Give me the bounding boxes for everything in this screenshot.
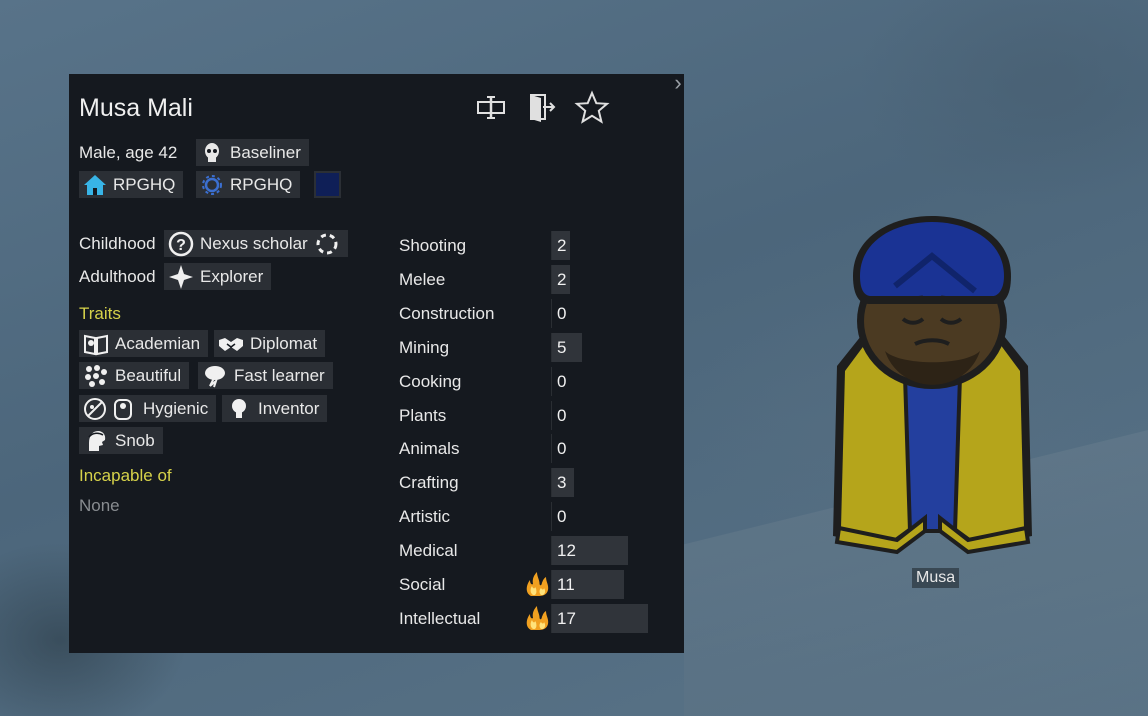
close-icon[interactable]: ›: [671, 72, 685, 94]
skill-level: 0: [557, 304, 567, 323]
trait-label: Beautiful: [115, 366, 182, 385]
trait-label: Fast learner: [234, 366, 325, 385]
skill-level: 0: [557, 439, 567, 458]
xenotype-chip[interactable]: Baseliner: [196, 139, 309, 166]
ideo-color-swatch[interactable]: [314, 171, 341, 198]
hygiene-icon: [84, 397, 132, 420]
traits-heading: Traits: [79, 304, 121, 323]
skill-name: Plants: [399, 406, 447, 425]
skill-name: Cooking: [399, 372, 462, 391]
skill-name: Shooting: [399, 236, 467, 255]
trait-beautiful[interactable]: Beautiful: [79, 362, 190, 389]
book-reader-icon: [84, 334, 108, 355]
skill-bar-track: [551, 502, 552, 531]
trait-label: Inventor: [258, 399, 320, 418]
trait-snob[interactable]: Snob: [79, 427, 163, 454]
skill-name: Intellectual: [399, 609, 481, 628]
passion-flame-icon: [526, 572, 549, 596]
xenotype-label: Baseliner: [230, 143, 301, 162]
skill-bar-track: [551, 401, 552, 430]
pawn-summary: Male, age 42: [79, 143, 178, 162]
skill-name: Crafting: [399, 473, 459, 492]
trait-hygienic[interactable]: Hygienic: [79, 395, 217, 422]
skill-bar-track: [551, 367, 552, 396]
skill-name: Medical: [399, 541, 458, 560]
skill-name: Construction: [399, 304, 495, 323]
childhood-backstory-chip[interactable]: ? Nexus scholar: [164, 230, 348, 257]
ideoligion-gear-icon: [202, 174, 222, 195]
skill-level: 17: [557, 609, 576, 628]
favorite-star-icon[interactable]: [574, 90, 610, 126]
passion-flame-icon: [526, 606, 549, 630]
four-point-star-icon: [169, 264, 193, 289]
skill-name: Artistic: [399, 507, 450, 526]
skill-level: 2: [557, 236, 567, 255]
skill-bar-track: [551, 299, 552, 328]
childhood-value: Nexus scholar: [200, 234, 308, 253]
adulthood-value: Explorer: [200, 267, 264, 286]
trait-fast-learner[interactable]: Fast learner: [198, 362, 333, 389]
skill-name: Melee: [399, 270, 446, 289]
handshake-icon: [219, 337, 243, 351]
banish-icon[interactable]: [523, 90, 559, 126]
skill-level: 0: [557, 507, 567, 526]
trait-label: Hygienic: [143, 399, 209, 418]
trait-label: Snob: [115, 431, 155, 450]
incapable-value: None: [79, 496, 120, 515]
trait-academian[interactable]: Academian: [79, 330, 209, 357]
pawn-map-label: Musa: [912, 568, 960, 588]
trait-diplomat[interactable]: Diplomat: [214, 330, 326, 357]
question-mark-icon: ?: [168, 231, 194, 256]
trait-label: Diplomat: [250, 334, 318, 353]
skull-icon: [205, 142, 219, 162]
trait-label: Academian: [115, 334, 201, 353]
skill-name: Mining: [399, 338, 450, 357]
ideoligion-chip[interactable]: RPGHQ: [196, 171, 301, 198]
pawn-portrait[interactable]: [825, 186, 1040, 566]
dotted-ring-icon: [316, 233, 338, 254]
laurel-head-icon: [88, 430, 106, 451]
skill-level: 12: [557, 541, 576, 560]
skill-level: 0: [557, 406, 567, 425]
ideoligion-label: RPGHQ: [230, 175, 293, 194]
adulthood-label: Adulthood: [79, 267, 156, 286]
skill-level: 0: [557, 372, 567, 391]
character-card-panel: › Musa Mali Male, age 42 Baseliner RPGHQ: [69, 72, 685, 653]
skill-name: Animals: [399, 439, 460, 458]
sparkles-icon: [85, 364, 107, 387]
faction-home-icon: [84, 174, 106, 195]
skill-level: 3: [557, 473, 567, 492]
incapable-heading: Incapable of: [79, 466, 172, 485]
brain-bolt-icon: [205, 365, 225, 387]
skill-level: 2: [557, 270, 567, 289]
pawn-name[interactable]: Musa Mali: [79, 94, 193, 123]
skill-name: Social: [399, 575, 446, 594]
rename-icon[interactable]: [474, 90, 510, 126]
ideo-color-fill: [316, 173, 339, 196]
svg-text:?: ?: [176, 237, 186, 254]
faction-label: RPGHQ: [113, 175, 176, 194]
adulthood-backstory-chip[interactable]: Explorer: [164, 263, 272, 290]
skill-level: 11: [557, 575, 575, 594]
skill-level: 5: [557, 338, 567, 357]
lightbulb-icon: [232, 398, 246, 418]
skill-bar-track: [551, 434, 552, 463]
faction-chip[interactable]: RPGHQ: [79, 171, 184, 198]
trait-inventor[interactable]: Inventor: [222, 395, 328, 422]
childhood-label: Childhood: [79, 234, 156, 253]
